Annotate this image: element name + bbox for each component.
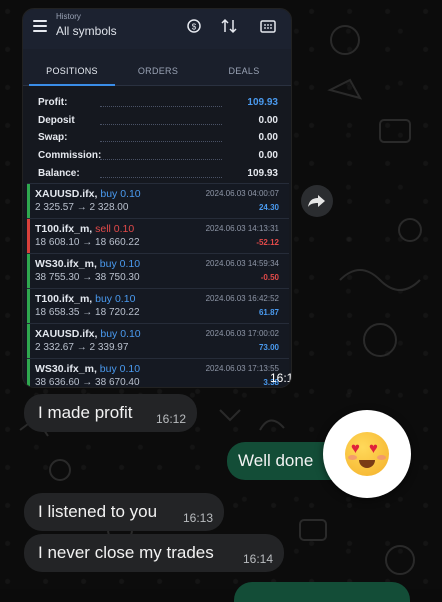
position-row[interactable]: WS30.ifx_m, buy 0.10 38 636.60 → 38 670.… — [27, 358, 289, 388]
position-prices: 38 636.60 → 38 670.40 — [35, 377, 140, 388]
heart-eyes-emoji-icon: ♥ ♥ — [345, 432, 389, 476]
position-symbol: WS30.ifx_m, buy 0.10 — [35, 258, 141, 270]
position-side: buy 0.10 — [100, 328, 141, 340]
tab-positions[interactable]: POSITIONS — [29, 49, 115, 85]
app-header: History All symbols $ — [23, 9, 291, 49]
position-pl: 61.87 — [258, 308, 279, 317]
message-bubble-outgoing-partial[interactable] — [234, 582, 410, 602]
commission-label: Commission: — [38, 150, 102, 161]
svg-text:$: $ — [192, 23, 197, 32]
summary-profit-row: Profit: 109.93 — [38, 97, 278, 114]
position-symbol: XAUUSD.ifx, buy 0.10 — [35, 188, 141, 200]
reaction-bubble[interactable]: ♥ ♥ — [323, 410, 411, 498]
menu-icon[interactable] — [33, 20, 47, 32]
position-side: buy 0.10 — [100, 188, 141, 200]
message-text: Well done — [238, 451, 314, 470]
tab-deals[interactable]: DEALS — [201, 49, 287, 85]
balance-value: 109.93 — [247, 168, 278, 179]
position-prices: 2 325.57 → 2 328.00 — [35, 202, 129, 213]
currency-exchange-icon[interactable]: $ — [185, 17, 203, 35]
message-bubble-incoming[interactable]: I never close my trades 16:14 — [24, 534, 284, 572]
position-row[interactable]: T100.ifx_m, sell 0.10 18 608.10 → 18 660… — [27, 218, 289, 253]
commission-value: 0.00 — [258, 150, 278, 161]
profit-value: 109.93 — [247, 97, 278, 108]
position-prices: 2 332.67 → 2 339.97 — [35, 342, 129, 353]
summary-swap-row: Swap: 0.00 — [38, 132, 278, 149]
deposit-label: Deposit — [38, 115, 75, 126]
header-title[interactable]: All symbols — [56, 24, 117, 38]
message-bubble-incoming[interactable]: I made profit 16:12 — [24, 394, 197, 432]
position-time: 2024.06.03 14:59:34 — [205, 259, 279, 268]
trading-history-screenshot[interactable]: History All symbols $ POSITIONS ORDERS D… — [22, 8, 292, 388]
profit-label: Profit: — [38, 97, 68, 108]
position-time: 2024.06.03 04:00:07 — [205, 189, 279, 198]
message-text: I made profit — [38, 403, 133, 422]
message-text: I listened to you — [38, 502, 158, 521]
position-pl: -0.50 — [260, 273, 279, 282]
position-time: 2024.06.03 14:13:31 — [205, 224, 279, 233]
position-prices: 38 755.30 → 38 750.30 — [35, 272, 140, 283]
balance-label: Balance: — [38, 168, 80, 179]
position-side: buy 0.10 — [95, 293, 136, 305]
image-message-time: 16:12 — [270, 371, 291, 385]
position-side: sell 0.10 — [95, 223, 135, 235]
header-subtitle: History — [56, 12, 81, 21]
position-side: buy 0.10 — [99, 258, 141, 270]
position-row[interactable]: T100.ifx_m, buy 0.10 18 658.35 → 18 720.… — [27, 288, 289, 323]
message-text: I never close my trades — [38, 543, 214, 562]
active-tab-indicator — [29, 84, 115, 86]
position-pl: 73.00 — [258, 343, 279, 352]
message-time: 16:13 — [182, 511, 213, 525]
tab-bar: POSITIONS ORDERS DEALS — [23, 49, 291, 86]
position-symbol: XAUUSD.ifx, buy 0.10 — [35, 328, 141, 340]
sort-icon[interactable] — [220, 17, 238, 35]
tab-orders[interactable]: ORDERS — [115, 49, 201, 85]
message-time: 16:12 — [155, 412, 186, 426]
message-bubble-incoming[interactable]: I listened to you 16:13 — [24, 493, 224, 531]
position-symbol: WS30.ifx_m, buy 0.10 — [35, 363, 141, 375]
position-row[interactable]: WS30.ifx_m, buy 0.10 38 755.30 → 38 750.… — [27, 253, 289, 288]
account-summary: Profit: 109.93 Deposit 0.00 Swap: 0.00 C… — [23, 87, 291, 187]
position-time: 2024.06.03 17:00:02 — [205, 329, 279, 338]
position-symbol: T100.ifx_m, sell 0.10 — [35, 223, 135, 235]
summary-deposit-row: Deposit 0.00 — [38, 115, 278, 132]
position-time: 2024.06.03 16:42:52 — [205, 294, 279, 303]
position-prices: 18 658.35 → 18 720.22 — [35, 307, 140, 318]
position-pl: 24.30 — [258, 203, 279, 212]
swap-label: Swap: — [38, 132, 68, 143]
deposit-value: 0.00 — [258, 115, 278, 126]
summary-commission-row: Commission: 0.00 — [38, 150, 278, 167]
swap-value: 0.00 — [258, 132, 278, 143]
position-time: 2024.06.03 17:13:55 — [205, 364, 279, 373]
forward-icon[interactable] — [301, 185, 333, 217]
position-prices: 18 608.10 → 18 660.22 — [35, 237, 140, 248]
position-pl: -52.12 — [256, 238, 279, 247]
position-row[interactable]: XAUUSD.ifx, buy 0.10 2 332.67 → 2 339.97… — [27, 323, 289, 358]
position-side: buy 0.10 — [99, 363, 141, 375]
position-row[interactable]: XAUUSD.ifx, buy 0.10 2 325.57 → 2 328.00… — [27, 183, 289, 218]
message-time: 16:14 — [242, 552, 273, 566]
position-symbol: T100.ifx_m, buy 0.10 — [35, 293, 136, 305]
calendar-icon[interactable] — [259, 17, 277, 35]
